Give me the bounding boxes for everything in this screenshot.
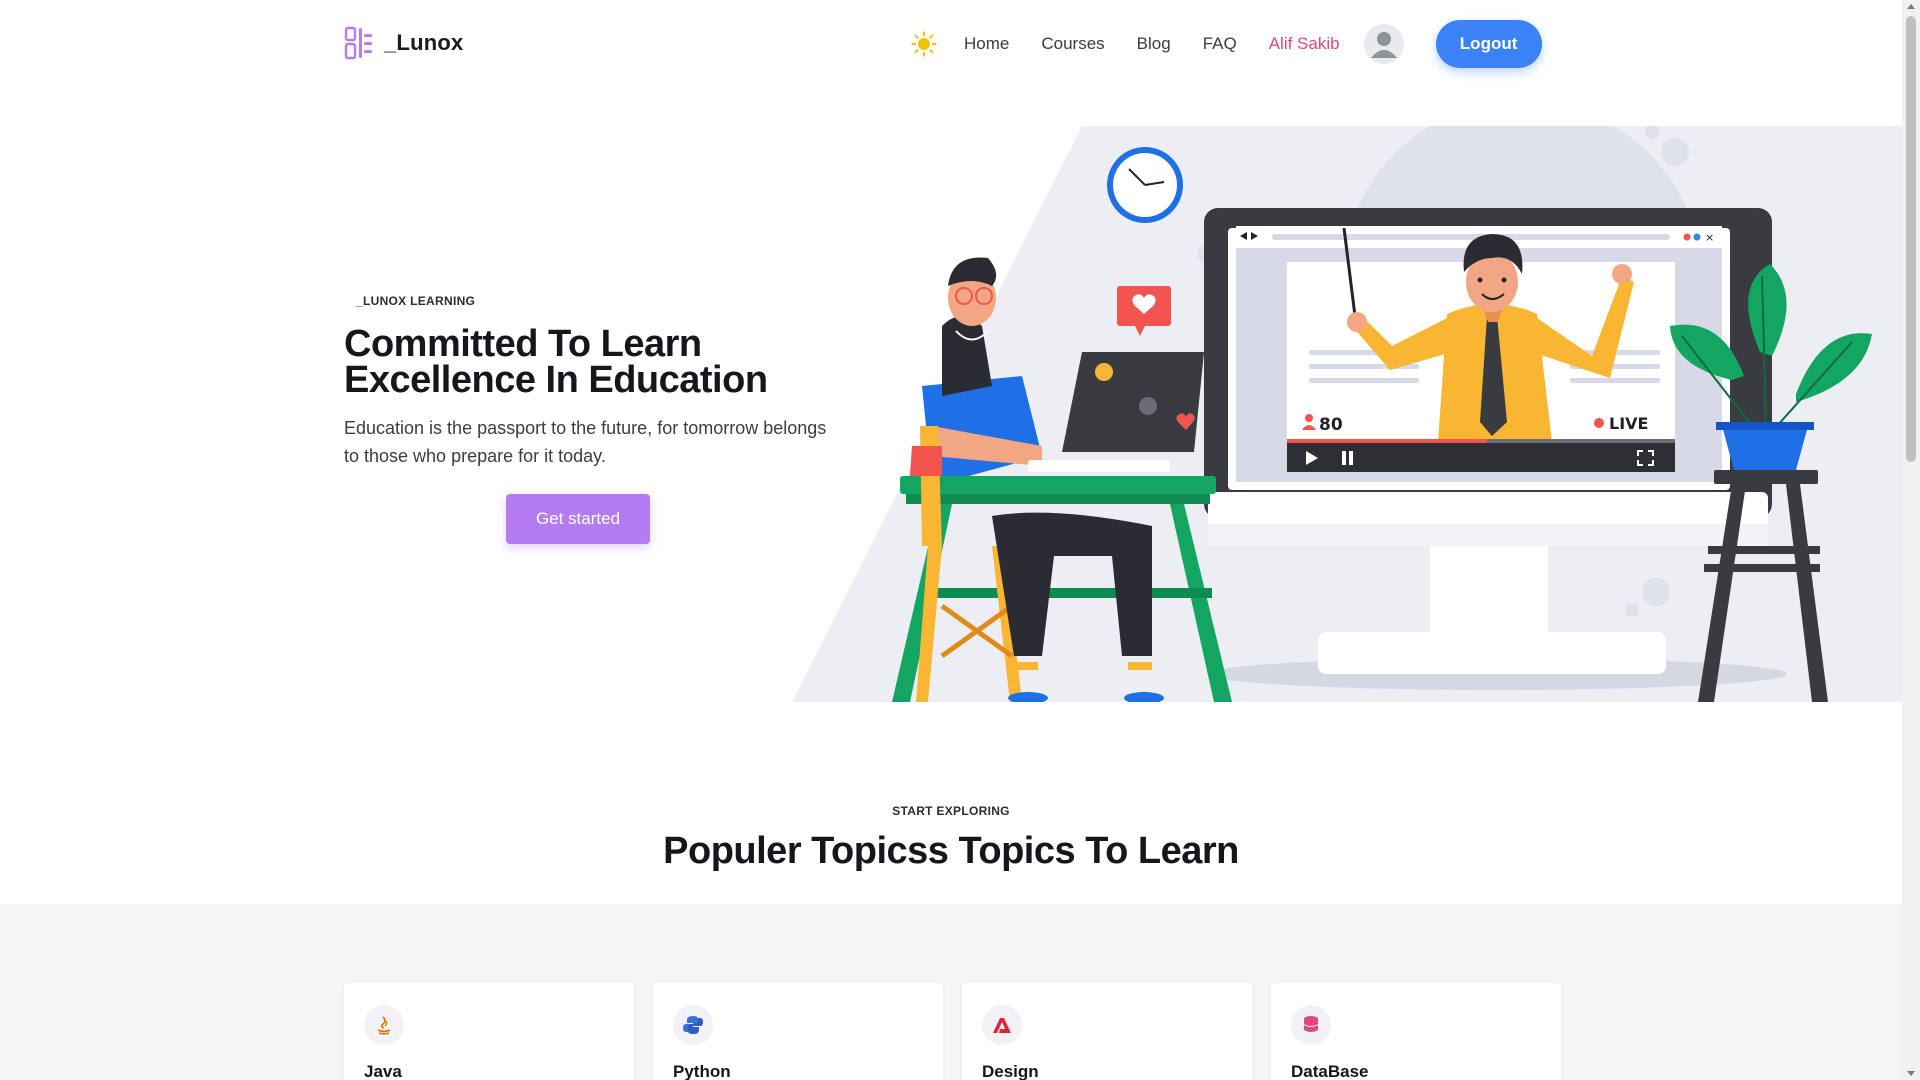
topics-title: Populer Topicss Topics To Learn: [663, 830, 1239, 872]
theme-toggle-sun-icon[interactable]: [910, 30, 938, 58]
python-icon: [673, 1005, 713, 1045]
clock-icon: [1107, 147, 1183, 223]
hero-text: _LUNOX LEARNING Committed To Learn Excel…: [344, 294, 844, 544]
user-avatar[interactable]: [1363, 24, 1404, 64]
topics-eyebrow: START EXPLORING: [892, 804, 1010, 818]
brand-link[interactable]: _Lunox: [344, 26, 463, 60]
brand-name: _Lunox: [384, 30, 464, 55]
hero-title-line-2: Excellence In Education: [344, 359, 768, 401]
nav-link-faq[interactable]: FAQ: [1203, 34, 1237, 54]
pause-icon: [1342, 451, 1346, 465]
nav-link-blog[interactable]: Blog: [1137, 34, 1171, 54]
logout-button[interactable]: Logout: [1435, 20, 1542, 68]
get-started-button[interactable]: Get started: [506, 494, 650, 544]
user-avatar-icon: [1370, 32, 1397, 58]
hero-title: Committed To Learn Excellence In Educati…: [344, 325, 844, 401]
topic-name-design: Design: [982, 1062, 1039, 1080]
design-icon: [982, 1005, 1022, 1045]
viewer-count: 80: [1319, 415, 1343, 435]
navbar: _Lunox Home Courses Blog FAQ Alif Sakib: [0, 0, 1902, 88]
topic-name-java: Java: [364, 1062, 402, 1080]
page-scrollbar[interactable]: [1902, 0, 1920, 1080]
nav-link-home[interactable]: Home: [964, 34, 1009, 54]
topic-card-database[interactable]: DataBase: [1271, 983, 1561, 1080]
user-name: Alif Sakib: [1268, 34, 1340, 53]
lunox-logo-icon: [344, 26, 372, 60]
database-icon: [1291, 1005, 1331, 1045]
hero-subtitle: Education is the passport to the future,…: [344, 418, 827, 466]
page: _Lunox Home Courses Blog FAQ Alif Sakib: [0, 0, 1902, 1080]
hero-eyebrow: _LUNOX LEARNING: [356, 294, 476, 308]
scroll-down-arrow-icon[interactable]: [1907, 1071, 1915, 1076]
scroll-up-arrow-icon[interactable]: [1907, 4, 1915, 9]
topics-band: [0, 904, 1902, 1080]
hero-illustration: × 80 LIVE: [792, 126, 1902, 702]
topic-card-java[interactable]: Java: [344, 983, 634, 1080]
nav-link-courses[interactable]: Courses: [1041, 34, 1104, 54]
topic-card-design[interactable]: Design: [962, 983, 1252, 1080]
sun-icon: [911, 31, 937, 57]
svg-text:×: ×: [1705, 231, 1714, 244]
live-badge: LIVE: [1609, 414, 1648, 433]
topic-name-python: Python: [673, 1062, 731, 1080]
java-icon: [364, 1005, 404, 1045]
scrollbar-thumb[interactable]: [1906, 16, 1916, 462]
topic-card-python[interactable]: Python: [653, 983, 943, 1080]
topic-name-database: DataBase: [1291, 1062, 1369, 1080]
main-nav: Home Courses Blog FAQ Alif Sakib Logout: [910, 20, 1542, 68]
